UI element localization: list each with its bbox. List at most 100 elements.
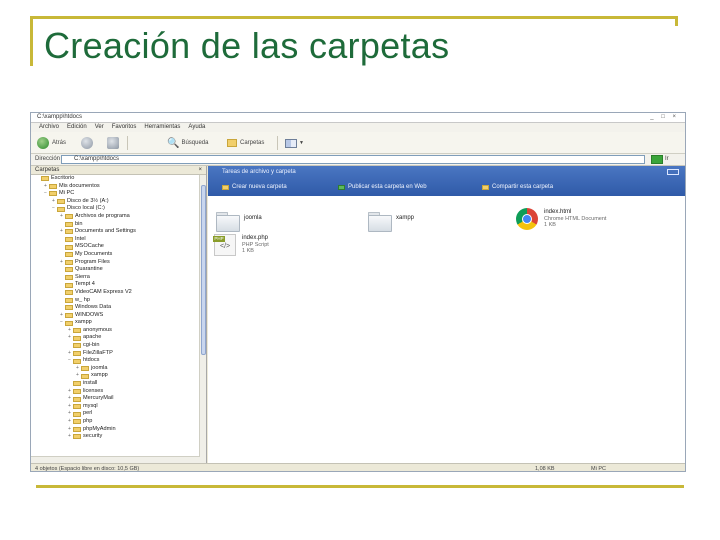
tree-expander-icon[interactable]: + [43, 183, 48, 191]
tree-expander-icon[interactable]: + [67, 403, 72, 411]
search-button[interactable]: 🔍 Búsqueda [167, 136, 208, 150]
tree-item[interactable]: bin [31, 221, 206, 229]
tree-expander-icon[interactable]: + [67, 327, 72, 335]
tree-item[interactable]: + Disco de 3½ (A:) [31, 198, 206, 206]
tree-item[interactable]: Escritorio [31, 175, 206, 183]
tree-item[interactable]: + WINDOWS [31, 312, 206, 320]
task-publish-web[interactable]: Publicar esta carpeta en Web [338, 184, 427, 190]
tree-expander-icon[interactable]: + [67, 388, 72, 396]
forward-button[interactable] [81, 136, 96, 150]
task-share-folder[interactable]: Compartir esta carpeta [482, 184, 553, 190]
tree-expander-icon[interactable]: + [67, 395, 72, 403]
tree-item[interactable]: + apache [31, 334, 206, 342]
file-name: xampp [396, 215, 415, 221]
menu-item[interactable]: Ver [95, 124, 104, 130]
tree-item[interactable]: + MercuryMail [31, 395, 206, 403]
up-folder-button[interactable] [107, 136, 122, 150]
tree-item[interactable]: − htdocs [31, 357, 206, 365]
file-item-index-php[interactable]: PHP </> index.php PHP Script 1 KB [213, 234, 269, 256]
tree-expander-icon[interactable]: + [67, 426, 72, 434]
tree-item-label: cgi-bin [83, 342, 100, 349]
frame-top-line [30, 16, 678, 19]
tree-expander-icon[interactable]: + [51, 198, 56, 206]
tree-item[interactable]: + FileZillaFTP [31, 350, 206, 358]
tree-vertical-scrollbar[interactable] [199, 175, 206, 463]
tree-item[interactable]: install [31, 380, 206, 388]
tree-expander-icon[interactable]: − [43, 190, 48, 198]
tree-expander-icon[interactable]: − [51, 205, 56, 213]
tree-item[interactable]: + licenses [31, 388, 206, 396]
tree-scroll-thumb[interactable] [201, 185, 206, 355]
tree-item[interactable]: VideoCAM Express V2 [31, 289, 206, 297]
tree-expander-icon[interactable]: − [59, 319, 64, 327]
tree-item[interactable]: − xampp [31, 319, 206, 327]
file-name: joomla [244, 215, 262, 221]
tree-expander-icon[interactable]: + [67, 433, 72, 441]
views-button[interactable]: ▼ [285, 136, 304, 150]
tree-item[interactable]: + anonymous [31, 327, 206, 335]
window-controls[interactable]: _ □ × [650, 114, 679, 120]
tree-expander-icon[interactable]: + [59, 259, 64, 267]
menu-item[interactable]: Favoritos [112, 124, 137, 130]
tree-item[interactable]: Windows Data [31, 304, 206, 312]
tree-expander-icon[interactable]: + [75, 372, 80, 380]
tree-item[interactable]: + perl [31, 410, 206, 418]
menu-item[interactable]: Archivo [39, 124, 59, 130]
tree-horizontal-scrollbar[interactable] [31, 456, 200, 463]
tree-item-label: Disco local (C:) [67, 205, 105, 212]
tree-item[interactable]: + Documents and Settings [31, 228, 206, 236]
tree-item[interactable]: + Mis documentos [31, 183, 206, 191]
close-icon[interactable]: × [198, 166, 202, 175]
tree-expander-icon[interactable]: − [67, 357, 72, 365]
tree-expander-icon[interactable]: + [75, 365, 80, 373]
tree-expander-icon[interactable]: + [67, 418, 72, 426]
tree-item[interactable]: + php [31, 418, 206, 426]
go-arrow-icon[interactable] [651, 155, 663, 164]
menu-item[interactable]: Herramientas [144, 124, 180, 130]
folder-icon [65, 275, 73, 281]
file-item-joomla[interactable]: joomla [216, 210, 262, 232]
tree-item[interactable]: + xampp [31, 372, 206, 380]
tree-expander-icon[interactable]: + [67, 334, 72, 342]
tree-expander-icon[interactable]: + [59, 213, 64, 221]
up-folder-icon [107, 137, 119, 149]
status-location: Mi PC [591, 466, 606, 472]
tree-item[interactable]: w_ hp [31, 297, 206, 305]
folder-icon [65, 214, 73, 220]
tree-item[interactable]: MSOCache [31, 243, 206, 251]
tree-item[interactable]: + phpMyAdmin [31, 426, 206, 434]
folders-button[interactable]: Carpetas [227, 136, 264, 150]
tree-item[interactable]: − Mi PC [31, 190, 206, 198]
back-button[interactable]: Atrás [37, 136, 66, 150]
status-bar: 4 objetos (Espacio libre en disco: 10,5 … [31, 463, 685, 472]
address-input[interactable]: C:\xampp\htdocs [61, 155, 645, 164]
folder-icon [57, 199, 65, 205]
tree-item[interactable]: + security [31, 433, 206, 441]
task-new-folder[interactable]: Crear nueva carpeta [222, 184, 287, 190]
file-item-xampp[interactable]: xampp [368, 210, 415, 232]
tree-item-label: xampp [75, 319, 92, 326]
tree-item[interactable]: + Archivos de programa [31, 213, 206, 221]
tree-item[interactable]: My Documents [31, 251, 206, 259]
menu-item[interactable]: Edición [67, 124, 87, 130]
tree-item[interactable]: + joomla [31, 365, 206, 373]
go-label[interactable]: Ir [665, 156, 669, 162]
tree-item[interactable]: + Program Files [31, 259, 206, 267]
folder-icon [65, 244, 73, 250]
tree-item[interactable]: Intel [31, 236, 206, 244]
tree-item[interactable]: − Disco local (C:) [31, 205, 206, 213]
tree-item[interactable]: Tempt 4 [31, 281, 206, 289]
tree-expander-icon[interactable]: + [67, 350, 72, 358]
tree-item[interactable]: cgi-bin [31, 342, 206, 350]
tree-item[interactable]: + mysql [31, 403, 206, 411]
collapse-icon[interactable] [667, 169, 679, 175]
tree-item[interactable]: Quarantine [31, 266, 206, 274]
tree-expander-icon[interactable]: + [59, 228, 64, 236]
tree-item[interactable]: Sierra [31, 274, 206, 282]
tree-expander-icon[interactable]: + [67, 410, 72, 418]
tree-expander-icon[interactable]: + [59, 312, 64, 320]
frame-bottom-line [36, 485, 684, 488]
menu-item[interactable]: Ayuda [188, 124, 205, 130]
tree-item-label: Mis documentos [59, 182, 100, 189]
file-item-index-html[interactable]: index.html Chrome HTML Document 1 KB [516, 208, 606, 230]
